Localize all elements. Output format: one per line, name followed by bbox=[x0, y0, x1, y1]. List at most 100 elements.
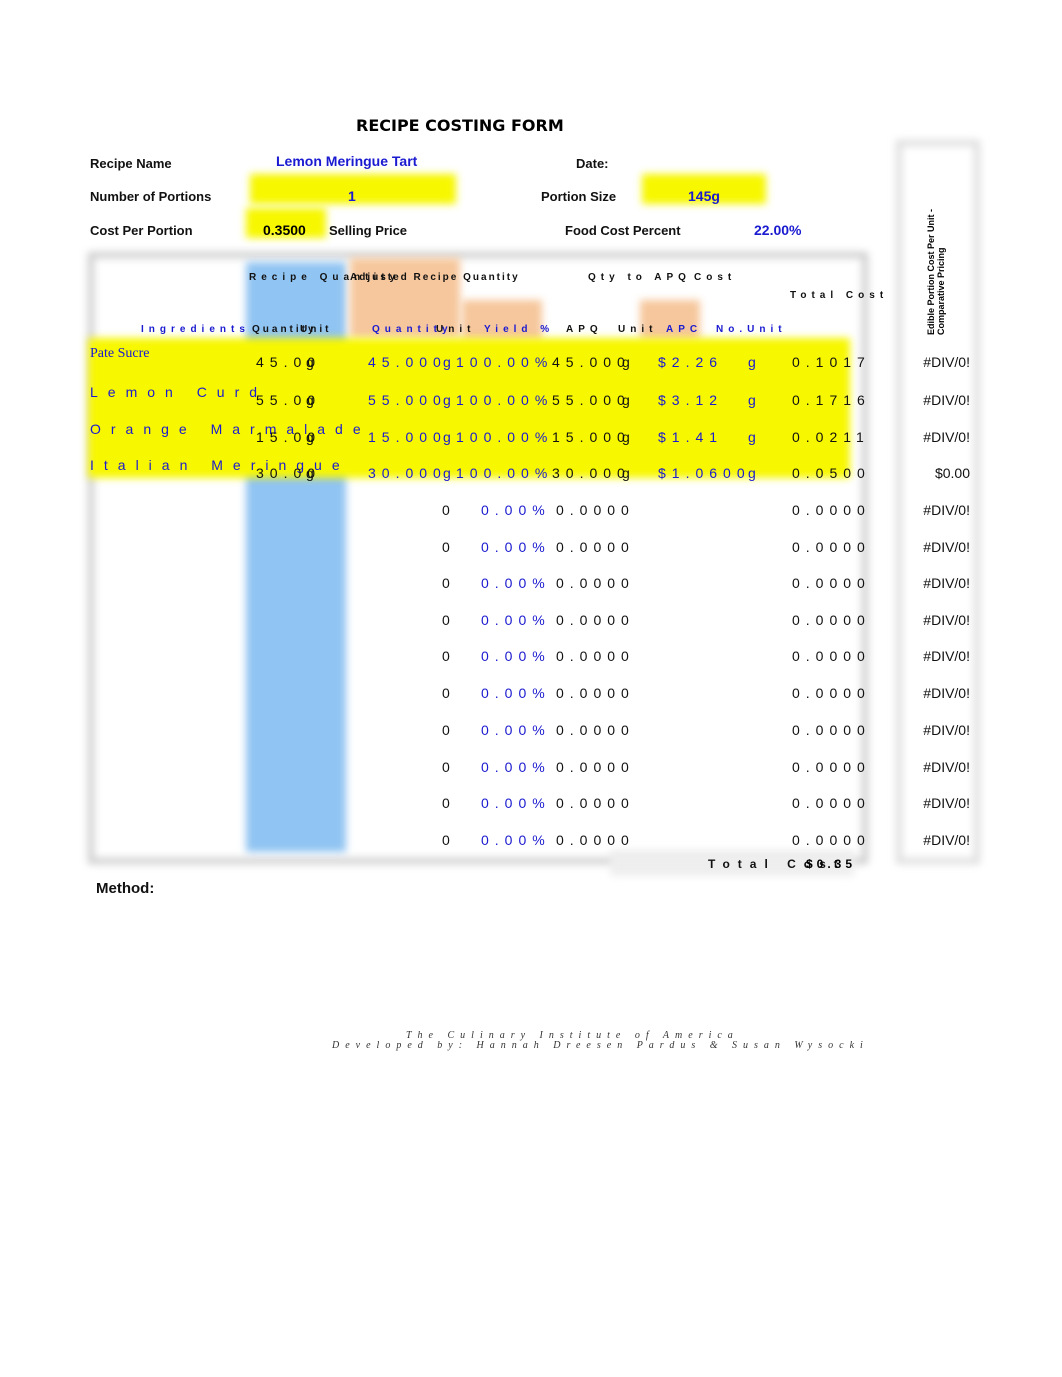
apq-qty: 45.000 bbox=[552, 354, 631, 370]
total-cost: 0.0500 bbox=[792, 465, 871, 481]
cost-per-portion-value: 0.3500 bbox=[263, 222, 306, 238]
portions-label: Number of Portions bbox=[90, 189, 212, 204]
apq-qty: 0.0000 bbox=[556, 575, 635, 591]
col-ep-cost: Edible Portion Cost Per Unit - Comparati… bbox=[926, 208, 946, 335]
apq-qty: 0.0000 bbox=[556, 722, 635, 738]
apq-qty: 15.000 bbox=[552, 429, 631, 445]
col-adjusted: Adjusted Recipe Quantity bbox=[350, 272, 520, 283]
total-cost: 0.0000 bbox=[792, 795, 871, 811]
yield-percent: 0.00% bbox=[481, 759, 551, 775]
footer-developers: Developed by: Hannah Dreesen Pardus & Su… bbox=[332, 1040, 869, 1051]
recipe-unit[interactable]: g bbox=[306, 465, 320, 481]
ingredient-name[interactable]: Pate Sucre bbox=[90, 346, 149, 362]
ingredient-name[interactable]: Lemon Curd bbox=[90, 384, 267, 400]
total-cost: 0.0000 bbox=[792, 539, 871, 555]
adjusted-qty: 55.000 bbox=[368, 392, 447, 408]
adjusted-qty: 0 bbox=[442, 648, 456, 664]
col-unit3: Unit bbox=[618, 324, 658, 335]
food-cost-label: Food Cost Percent bbox=[565, 223, 681, 238]
food-cost-value: 22.00% bbox=[754, 222, 802, 238]
adjusted-unit: g bbox=[443, 392, 457, 408]
yield-percent: 0.00% bbox=[481, 648, 551, 664]
yield-percent: 0.00% bbox=[481, 832, 551, 848]
recipe-unit[interactable]: g bbox=[306, 429, 320, 445]
ep-cost: #DIV/0! bbox=[923, 429, 970, 445]
recipe-name-field[interactable]: Lemon Meringue Tart bbox=[276, 153, 417, 169]
total-cost: 0.0000 bbox=[792, 502, 871, 518]
col-no-unit: No.Unit bbox=[716, 324, 787, 335]
form-title: RECIPE COSTING FORM bbox=[356, 116, 564, 135]
adjusted-qty: 0 bbox=[442, 722, 456, 738]
col-unit2: Unit bbox=[436, 324, 476, 335]
yield-percent: 0.00% bbox=[481, 685, 551, 701]
recipe-unit[interactable]: g bbox=[306, 392, 320, 408]
apc-unit: g bbox=[748, 354, 762, 370]
ep-cost: #DIV/0! bbox=[923, 354, 970, 370]
yield-percent: 0.00% bbox=[481, 502, 551, 518]
portion-size-label: Portion Size bbox=[541, 189, 617, 204]
recipe-name-label: Recipe Name bbox=[90, 156, 172, 171]
adjusted-qty: 15.000 bbox=[368, 429, 447, 445]
col-apq-qty: APQ bbox=[566, 324, 603, 335]
apq-qty: 0.0000 bbox=[556, 612, 635, 628]
ep-cost: #DIV/0! bbox=[923, 795, 970, 811]
col-total-cost: Total Cost bbox=[790, 290, 889, 301]
yield-percent: 0.00% bbox=[481, 612, 551, 628]
ep-cost: #DIV/0! bbox=[923, 722, 970, 738]
yield-percent: 100.00% bbox=[456, 354, 554, 370]
apc-price: $2.26 bbox=[658, 354, 724, 370]
adjusted-unit: g bbox=[443, 465, 457, 481]
col-cost: Cost bbox=[694, 272, 737, 283]
ep-cost: #DIV/0! bbox=[923, 502, 970, 518]
cost-per-portion-label: Cost Per Portion bbox=[90, 223, 193, 238]
col-ingredients: Ingredients bbox=[141, 324, 250, 335]
apq-qty: 0.0000 bbox=[556, 648, 635, 664]
adjusted-qty: 0 bbox=[442, 575, 456, 591]
yield-percent: 0.00% bbox=[481, 795, 551, 811]
adjusted-qty: 30.000 bbox=[368, 465, 447, 481]
apq-unit: g bbox=[622, 429, 636, 445]
recipe-unit[interactable]: g bbox=[306, 354, 320, 370]
apc-unit: g bbox=[748, 392, 762, 408]
adjusted-qty: 0 bbox=[442, 759, 456, 775]
total-cost: 0.0000 bbox=[792, 685, 871, 701]
ep-cost: #DIV/0! bbox=[923, 539, 970, 555]
ep-cost: #DIV/0! bbox=[923, 612, 970, 628]
ingredient-name[interactable]: Orange Marmalade bbox=[90, 421, 371, 437]
total-cost: 0.0000 bbox=[792, 832, 871, 848]
adjusted-qty: 0 bbox=[442, 832, 456, 848]
portion-size-field[interactable]: 145g bbox=[688, 188, 720, 204]
total-cost: 0.0000 bbox=[792, 759, 871, 775]
total-cost: 0.0000 bbox=[792, 648, 871, 664]
adjusted-unit: g bbox=[443, 354, 457, 370]
apc-unit: g bbox=[748, 429, 762, 445]
total-cost-value: $0.35 bbox=[806, 857, 857, 871]
total-cost: 0.0000 bbox=[792, 612, 871, 628]
ep-cost: #DIV/0! bbox=[923, 685, 970, 701]
ep-cost: #DIV/0! bbox=[923, 392, 970, 408]
apq-qty: 55.000 bbox=[552, 392, 631, 408]
total-cost: 0.0000 bbox=[792, 722, 871, 738]
apc-price: $1.41 bbox=[658, 429, 724, 445]
yield-percent: 0.00% bbox=[481, 539, 551, 555]
apc-price: $1.0600 bbox=[658, 465, 751, 481]
apq-qty: 0.0000 bbox=[556, 502, 635, 518]
apq-qty: 0.0000 bbox=[556, 795, 635, 811]
adjusted-unit: g bbox=[443, 429, 457, 445]
selling-price-label: Selling Price bbox=[329, 223, 408, 238]
col-yield: Yield % bbox=[484, 324, 555, 335]
total-cost: 0.1017 bbox=[792, 354, 871, 370]
adjusted-qty: 0 bbox=[442, 612, 456, 628]
total-cost: 0.0000 bbox=[792, 575, 871, 591]
col-unit: Unit bbox=[300, 324, 332, 335]
date-label: Date: bbox=[576, 156, 609, 171]
apq-unit: g bbox=[622, 392, 636, 408]
adjusted-qty: 45.000 bbox=[368, 354, 447, 370]
method-label: Method: bbox=[96, 880, 155, 897]
apq-qty: 0.0000 bbox=[556, 759, 635, 775]
ep-cost: #DIV/0! bbox=[923, 648, 970, 664]
ep-cost: $0.00 bbox=[934, 465, 970, 481]
adjusted-qty: 0 bbox=[442, 685, 456, 701]
yield-percent: 100.00% bbox=[456, 392, 554, 408]
portions-field[interactable]: 1 bbox=[348, 188, 356, 204]
